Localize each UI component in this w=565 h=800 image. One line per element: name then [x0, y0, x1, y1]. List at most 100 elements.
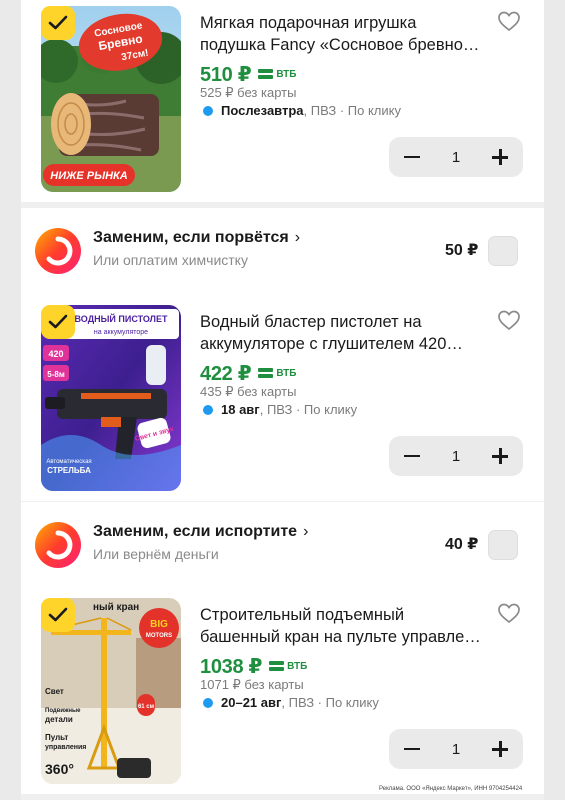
quantity-value: 1 — [451, 740, 461, 758]
checkmark-icon — [48, 314, 68, 329]
select-checkbox[interactable] — [41, 6, 75, 40]
favorite-heart-icon[interactable] — [497, 601, 521, 625]
delivery-details: , ПВЗ · По клику — [259, 402, 358, 417]
product-title-line2: аккумуляторе с глушителем 420… — [200, 335, 463, 353]
delivery-info: 20–21 авг, ПВЗ · По клику — [203, 695, 379, 710]
delivery-details: , ПВЗ · По клику — [281, 695, 379, 710]
product-title-line1: Строительный подъемный — [200, 606, 405, 624]
favorite-heart-icon[interactable] — [497, 9, 521, 33]
image-stat2: 5-8м — [47, 370, 65, 379]
cart-item: Сосновое Бревно 37см! НИЖЕ РЫНКА Мягкая … — [21, 0, 544, 202]
quantity-value: 1 — [451, 447, 461, 465]
page-gutter-left — [0, 0, 21, 800]
bank-label: ВТБ — [276, 68, 297, 80]
image-footer-line2: СТРЕЛЬБА — [47, 466, 91, 475]
quantity-stepper: 1 — [389, 137, 523, 177]
bank-label: ВТБ — [287, 660, 308, 672]
increase-quantity-button[interactable] — [492, 149, 508, 165]
image-header-line2: на аккумуляторе — [94, 329, 148, 336]
service-title: Заменим, если испортите — [93, 523, 298, 540]
product-title-line1: Мягкая подарочная игрушка — [200, 14, 417, 32]
product-title-line1: Водный бластер пистолет на — [200, 313, 422, 331]
image-header-line1: ВОДНЫЙ ПИСТОЛЕТ — [75, 313, 168, 324]
product-title[interactable]: Водный бластер пистолет на аккумуляторе … — [200, 311, 490, 355]
select-checkbox[interactable] — [41, 305, 75, 339]
delivery-info: 18 авг, ПВЗ · По клику — [203, 402, 357, 417]
delivery-dot-icon — [203, 105, 213, 116]
image-feature3-line1: Пульт — [45, 733, 68, 742]
service-title-link[interactable]: Заменим, если испортите › — [93, 523, 308, 541]
image-stat1: 420 — [48, 349, 63, 359]
price-row: 422 ₽ ВТБ — [200, 360, 296, 386]
decrease-quantity-button[interactable] — [404, 747, 420, 751]
product-title[interactable]: Мягкая подарочная игрушка подушка Fancy … — [200, 12, 490, 56]
bank-card-icon — [258, 69, 274, 79]
yandex-split-logo-icon — [35, 522, 81, 568]
cart-page: Сосновое Бревно 37см! НИЖЕ РЫНКА Мягкая … — [0, 0, 565, 800]
bank-card-badge: ВТБ — [258, 69, 296, 80]
cart-item: ный кран BIG MOTORS 61 см Свет Подвижные… — [21, 584, 544, 794]
price-row: 1038 ₽ ВТБ — [200, 653, 307, 679]
price-without-card: 525 ₽ без карты — [200, 85, 297, 100]
product-title-line2: башенный кран на пульте управле… — [200, 628, 481, 646]
image-feature2-line2: детали — [45, 715, 73, 724]
service-price: 40 ₽ — [445, 536, 479, 553]
image-height-label: 61 см — [138, 704, 155, 710]
quantity-stepper: 1 — [389, 729, 523, 769]
service-subtitle: Или вернём деньги — [93, 546, 219, 562]
quantity-stepper: 1 — [389, 436, 523, 476]
service-checkbox[interactable] — [488, 530, 518, 560]
delivery-details: , ПВЗ · По клику — [303, 103, 401, 118]
checkmark-icon — [48, 15, 68, 30]
service-title: Заменим, если порвётся — [93, 229, 289, 246]
protection-service: Заменим, если порвётся › Или оплатим хим… — [21, 208, 544, 291]
chevron-right-icon: › — [303, 523, 309, 540]
product-title-line2: подушка Fancy «Сосновое бревно… — [200, 36, 480, 54]
product-title[interactable]: Строительный подъемный башенный кран на … — [200, 604, 490, 648]
image-header: ный кран — [93, 602, 139, 613]
delivery-date: 20–21 авг — [221, 695, 282, 710]
bank-label: ВТБ — [276, 367, 297, 379]
ad-disclaimer: Реклама. ООО «Яндекс Маркет», ИНН 970425… — [379, 786, 523, 792]
page-gutter-right — [544, 0, 565, 800]
delivery-date: Послезавтра — [221, 103, 304, 118]
yandex-split-logo-icon — [35, 228, 81, 274]
image-feature3-line2: управления — [45, 744, 86, 751]
card-price: 1038 ₽ — [200, 655, 263, 678]
bank-card-icon — [258, 368, 274, 378]
image-rotation: 360° — [45, 761, 74, 777]
image-feature2-line1: Подвижные — [45, 708, 81, 714]
cart-item: ВОДНЫЙ ПИСТОЛЕТ на аккумуляторе 420 5-8м… — [21, 291, 544, 501]
delivery-date: 18 авг — [221, 402, 260, 417]
image-brand-line1: BIG — [150, 619, 168, 630]
quantity-value: 1 — [451, 148, 461, 166]
card-price: 422 ₽ — [200, 362, 252, 385]
service-checkbox[interactable] — [488, 236, 518, 266]
select-checkbox[interactable] — [41, 598, 75, 632]
delivery-dot-icon — [203, 697, 213, 708]
image-feature1: Свет — [45, 687, 64, 696]
bank-card-badge: ВТБ — [258, 368, 296, 379]
checkmark-icon — [48, 607, 68, 622]
image-brand-line2: MOTORS — [146, 633, 172, 639]
price-without-card: 435 ₽ без карты — [200, 384, 297, 399]
price-without-card: 1071 ₽ без карты — [200, 677, 304, 692]
decrease-quantity-button[interactable] — [404, 454, 420, 458]
delivery-info: Послезавтра, ПВЗ · По клику — [203, 103, 401, 118]
service-price: 50 ₽ — [445, 242, 479, 259]
image-badge: НИЖЕ РЫНКА — [50, 170, 127, 182]
increase-quantity-button[interactable] — [492, 741, 508, 757]
bank-card-badge: ВТБ — [269, 661, 307, 672]
chevron-right-icon: › — [294, 229, 301, 246]
bank-card-icon — [269, 661, 285, 671]
card-price: 510 ₽ — [200, 63, 252, 86]
favorite-heart-icon[interactable] — [497, 308, 521, 332]
price-row: 510 ₽ ВТБ — [200, 61, 296, 87]
service-title-link[interactable]: Заменим, если порвётся › — [93, 229, 300, 247]
protection-service: Заменим, если испортите › Или вернём ден… — [21, 502, 544, 585]
service-subtitle: Или оплатим химчистку — [93, 252, 248, 268]
image-footer-line1: Автоматическая — [46, 459, 91, 465]
delivery-dot-icon — [203, 404, 213, 415]
decrease-quantity-button[interactable] — [404, 155, 420, 159]
increase-quantity-button[interactable] — [492, 448, 508, 464]
